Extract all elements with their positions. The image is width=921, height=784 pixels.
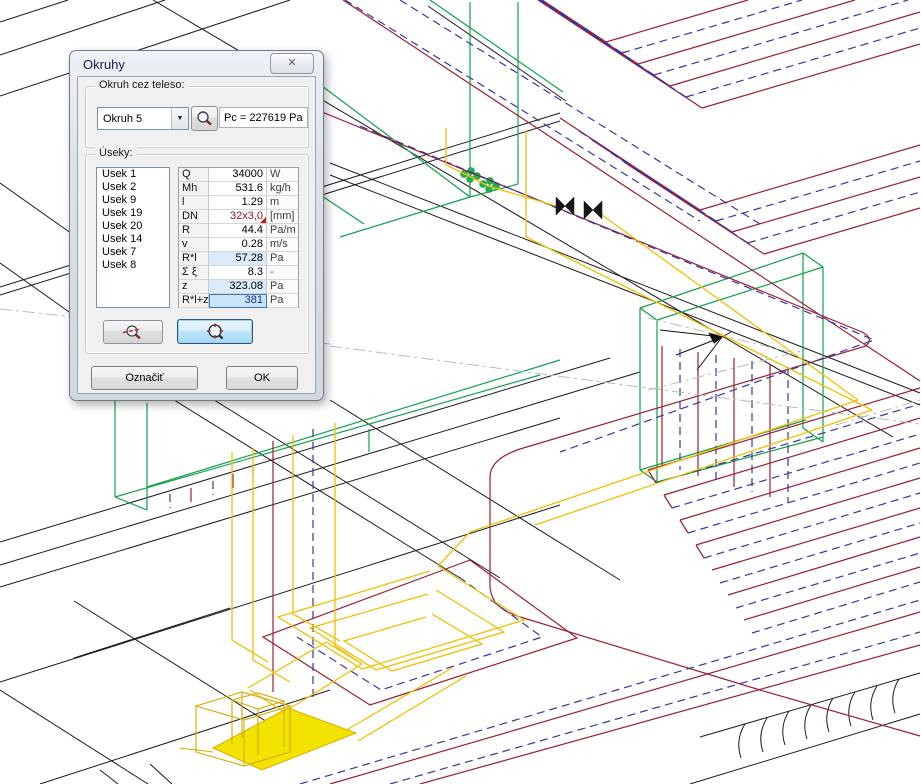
magnifier-icon (195, 110, 215, 128)
magnifier-slash-icon (121, 324, 145, 341)
dialog-body: Okruh cez teleso: Okruh 5 ▼ Pc = 227619 … (77, 76, 316, 394)
row-value[interactable]: 34000 (209, 168, 267, 182)
row-label: R*l+z (179, 294, 209, 308)
table-row: R44.4Pa/m (179, 224, 298, 238)
row-label: R (179, 224, 209, 238)
table-row: Mh531.6kg/h (179, 182, 298, 196)
row-unit: W (267, 168, 298, 182)
ok-button[interactable]: OK (226, 366, 298, 390)
row-label: l (179, 196, 209, 210)
zoom-to-circuit-button[interactable] (177, 319, 253, 344)
table-row: R*l+z381Pa (179, 294, 298, 308)
row-label: z (179, 280, 209, 294)
useky-list[interactable]: Usek 1Usek 2Usek 9Usek 19Usek 20Usek 14U… (96, 167, 170, 308)
list-item[interactable]: Usek 2 (97, 181, 169, 194)
list-item[interactable]: Usek 7 (97, 246, 169, 259)
app-root: { "window": { "title": "Okruhy", "close_… (0, 0, 921, 784)
row-unit: - (267, 266, 298, 280)
pump-arrows[interactable] (556, 197, 602, 219)
table-row: z323.08Pa (179, 280, 298, 294)
warning-corner-icon (260, 217, 266, 223)
row-value[interactable]: 57.28 (209, 252, 267, 266)
circuit-combobox-value: Okruh 5 (98, 113, 171, 125)
row-label: DN (179, 210, 209, 224)
row-unit: Pa/m (267, 224, 298, 238)
row-value[interactable]: 0.28 (209, 238, 267, 252)
table-row: R*l57.28Pa (179, 252, 298, 266)
row-label: v (179, 238, 209, 252)
table-row: Σ ξ8.3- (179, 266, 298, 280)
list-item[interactable]: Usek 8 (97, 259, 169, 272)
row-value[interactable]: 44.4 (209, 224, 267, 238)
dialog-title: Okruhy (83, 57, 125, 72)
list-item[interactable]: Usek 19 (97, 207, 169, 220)
okruhy-dialog: Okruhy ✕ Okruh cez teleso: Okruh 5 ▼ Pc … (69, 50, 324, 401)
row-value[interactable]: 531.6 (209, 182, 267, 196)
table-row: l1.29m (179, 196, 298, 210)
pressure-field: Pc = 227619 Pa (219, 107, 308, 128)
yellow-pipes (232, 128, 872, 741)
magnifier-crosshair-icon (203, 323, 227, 341)
row-unit: Pa (267, 280, 298, 294)
list-item[interactable]: Usek 1 (97, 168, 169, 181)
leader-arrow[interactable] (660, 330, 731, 370)
table-row: Q34000W (179, 168, 298, 182)
close-icon: ✕ (287, 57, 296, 69)
row-label: Q (179, 168, 209, 182)
row-value[interactable]: 8.3 (209, 266, 267, 280)
table-row: DN32x3,0[mm] (179, 210, 298, 224)
row-unit: [mm] (267, 210, 298, 224)
row-unit: m/s (267, 238, 298, 252)
mark-button[interactable]: Označiť (91, 366, 198, 390)
row-value[interactable]: 381 (209, 294, 267, 308)
row-label: Mh (179, 182, 209, 196)
list-item[interactable]: Usek 9 (97, 194, 169, 207)
row-label: Σ ξ (179, 266, 209, 280)
find-circuit-button[interactable] (191, 106, 218, 131)
row-value[interactable]: 323.08 (209, 280, 267, 294)
sections-group-label: Úseky: (95, 147, 137, 159)
circuit-group-label: Okruh cez teleso: (95, 79, 189, 91)
row-unit: m (267, 196, 298, 210)
row-label: R*l (179, 252, 209, 266)
close-button[interactable]: ✕ (270, 53, 314, 74)
row-value[interactable]: 1.29 (209, 196, 267, 210)
circuit-combobox[interactable]: Okruh 5 ▼ (97, 107, 189, 130)
list-item[interactable]: Usek 14 (97, 233, 169, 246)
zoom-off-button[interactable] (103, 320, 163, 344)
boiler-symbol[interactable] (180, 692, 356, 770)
chevron-down-icon[interactable]: ▼ (171, 108, 188, 129)
row-unit: Pa (267, 252, 298, 266)
row-value[interactable]: 32x3,0 (209, 210, 267, 224)
row-unit: kg/h (267, 182, 298, 196)
table-row: v0.28m/s (179, 238, 298, 252)
list-item[interactable]: Usek 20 (97, 220, 169, 233)
row-unit: Pa (267, 294, 298, 308)
segment-table: Q34000WMh531.6kg/hl1.29mDN32x3,0[mm]R44.… (178, 167, 299, 308)
